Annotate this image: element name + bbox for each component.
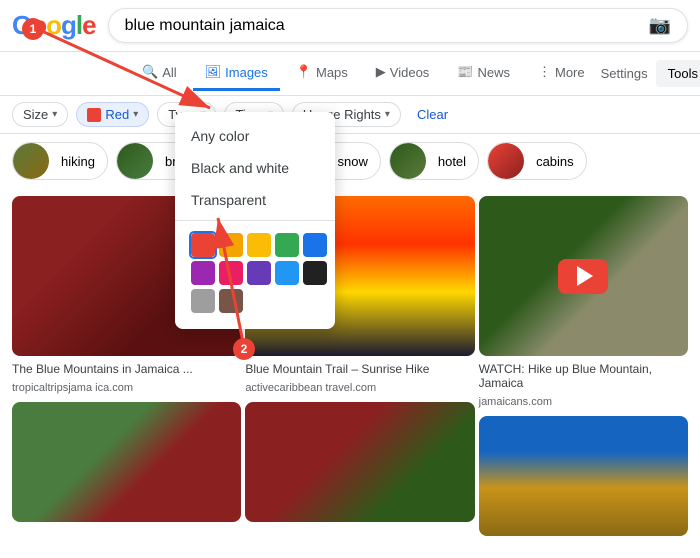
camera-icon[interactable]: 📷: [649, 15, 671, 36]
swatch-yellow[interactable]: [247, 233, 271, 257]
swatch-purple[interactable]: [191, 261, 215, 285]
red-swatch: [87, 108, 101, 122]
tab-news[interactable]: 📰 News: [445, 56, 522, 91]
swatch-green[interactable]: [275, 233, 299, 257]
tab-more[interactable]: ⋮ More: [526, 56, 597, 91]
grid-col-3: WATCH: Hike up Blue Mountain, Jamaica ja…: [479, 196, 688, 536]
swatch-blue[interactable]: [275, 261, 299, 285]
swatch-dark-purple[interactable]: [247, 261, 271, 285]
image-tent[interactable]: [12, 402, 241, 522]
color-transparent[interactable]: Transparent: [175, 184, 335, 216]
tab-videos[interactable]: ▶ Videos: [364, 56, 442, 91]
dropdown-divider: [175, 220, 335, 221]
image-sunset-title: Blue Mountain Trail – Sunrise Hike: [245, 360, 474, 378]
swatch-pink[interactable]: [219, 261, 243, 285]
tools-button[interactable]: Tools: [656, 60, 700, 87]
clear-button[interactable]: Clear: [409, 103, 456, 126]
color-filter[interactable]: Red ▾: [76, 102, 149, 127]
tab-maps[interactable]: 📍 Maps: [284, 56, 360, 91]
youtube-play-button[interactable]: [558, 259, 608, 294]
filter-bar: Size ▾ Red ▾ Type ▾ Time ▾ Usage Rights …: [0, 96, 700, 134]
settings-link[interactable]: Settings: [601, 66, 648, 81]
nav-tabs: 🔍 All 🖼 Images 📍 Maps ▶ Videos 📰 News ⋮ …: [0, 52, 700, 96]
chips-row: hiking break NOW IN THE MOUNTAINS snow h…: [0, 134, 700, 188]
image-grid: The Blue Mountains in Jamaica ... tropic…: [0, 188, 700, 544]
image-berries-source: tropicaltripsjama ica.com: [12, 382, 241, 394]
nav-right: Settings Tools: [601, 60, 700, 87]
image-aerial-source: jamaicans.com: [479, 396, 688, 408]
size-chevron: ▾: [52, 109, 57, 120]
tab-images[interactable]: 🖼 Images: [193, 56, 280, 91]
swatch-brown[interactable]: [219, 289, 243, 313]
swatch-orange[interactable]: [219, 233, 243, 257]
swatch-teal[interactable]: [303, 233, 327, 257]
image-coffee[interactable]: [245, 402, 474, 522]
color-swatches: [175, 225, 335, 321]
color-bw[interactable]: Black and white: [175, 152, 335, 184]
color-chevron: ▾: [133, 109, 138, 120]
swatch-black[interactable]: [303, 261, 327, 285]
color-dropdown: Any color Black and white Transparent: [175, 112, 335, 329]
size-filter[interactable]: Size ▾: [12, 102, 68, 127]
chip-hotel[interactable]: hotel: [389, 142, 479, 180]
search-bar[interactable]: 📷: [108, 8, 688, 43]
header: Google 📷: [0, 0, 700, 52]
tab-all[interactable]: 🔍 All: [130, 56, 189, 91]
usage-chevron: ▾: [385, 109, 390, 120]
annotation-2: 2: [233, 338, 255, 360]
chip-hiking[interactable]: hiking: [12, 142, 108, 180]
play-triangle: [577, 266, 593, 286]
image-bags[interactable]: [479, 416, 688, 536]
chip-cabins[interactable]: cabins: [487, 142, 587, 180]
annotation-1: 1: [22, 18, 44, 40]
image-aerial[interactable]: [479, 196, 688, 356]
color-any[interactable]: Any color: [175, 120, 335, 152]
image-sunset-source: activecaribbean travel.com: [245, 382, 474, 394]
swatch-gray[interactable]: [191, 289, 215, 313]
image-berries-title: The Blue Mountains in Jamaica ...: [12, 360, 241, 378]
swatch-red[interactable]: [191, 233, 215, 257]
search-input[interactable]: [125, 17, 641, 35]
image-aerial-title: WATCH: Hike up Blue Mountain, Jamaica: [479, 360, 688, 392]
